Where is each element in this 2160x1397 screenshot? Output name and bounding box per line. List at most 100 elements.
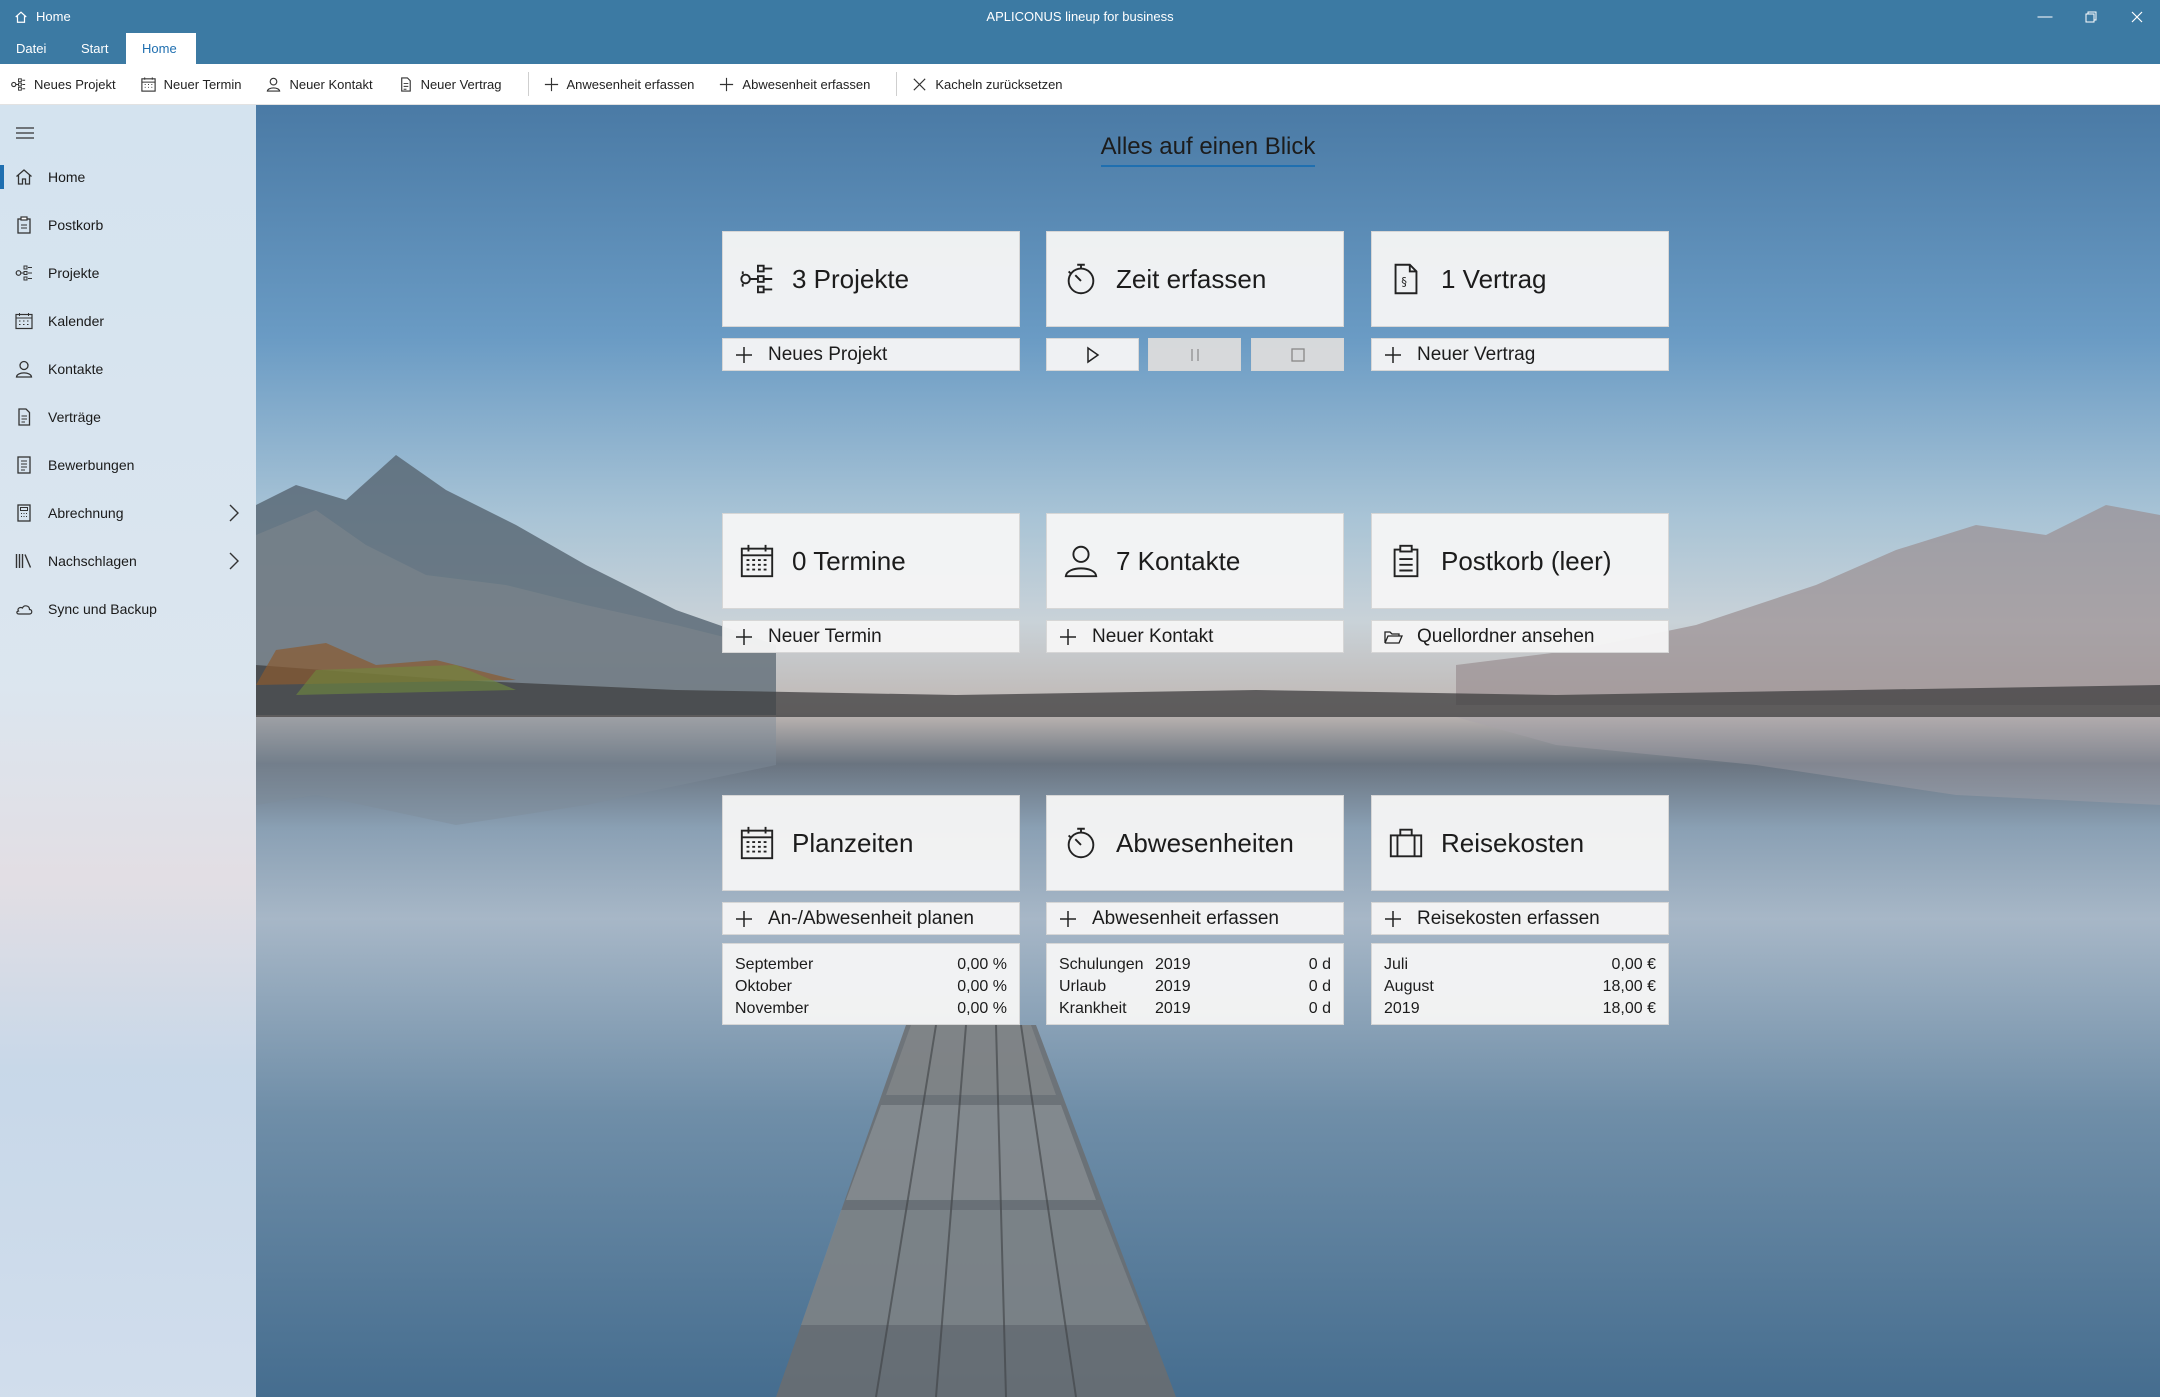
calculator-icon [14,503,34,523]
sidebar-item-kalender[interactable]: Kalender [0,301,256,341]
planning-tile[interactable]: Planzeiten [722,795,1020,891]
sidebar-item-nachschlagen[interactable]: Nachschlagen [0,541,256,581]
inbox-tile[interactable]: Postkorb (leer) [1371,513,1669,609]
new-contact-tile-label: Neuer Kontakt [1092,625,1214,647]
new-appointment-tile-button[interactable]: Neuer Termin [722,620,1020,653]
contract-tile[interactable]: § 1 Vertrag [1371,231,1669,327]
chevron-right-icon[interactable] [224,502,244,524]
minimize-button[interactable]: — [2022,0,2068,33]
plus-icon [544,77,558,91]
stats-row: Schulungen 2019 0 d [1059,954,1331,976]
reset-tiles-button[interactable]: Kacheln zurücksetzen [911,69,1074,99]
appointments-tile[interactable]: 0 Termine [722,513,1020,609]
new-project-label: Neues Projekt [34,76,116,92]
sidebar-item-bewerbungen[interactable]: Bewerbungen [0,445,256,485]
timer-start-button[interactable] [1046,338,1139,371]
record-absence-button[interactable]: Abwesenheit erfassen [718,69,882,99]
absences-tile[interactable]: Abwesenheiten [1046,795,1344,891]
new-contract-tile-button[interactable]: Neuer Vertrag [1371,338,1669,371]
new-appointment-tile-label: Neuer Termin [768,625,882,647]
inbox-icon [14,215,34,235]
toolbar: Neues Projekt Neuer Termin Neuer Kontakt… [0,64,2160,105]
stats-value: 0 d [1308,956,1331,973]
view-source-folder-label: Quellordner ansehen [1417,625,1595,647]
plus-icon [1060,910,1076,927]
contract-icon: § [1386,259,1426,299]
record-travel-expenses-button[interactable]: Reisekosten erfassen [1371,902,1669,935]
stats-value: 0,00 % [957,956,1007,973]
tab-home[interactable]: Home [126,33,196,64]
sidebar-item-label: Projekte [48,265,100,281]
stats-label: Schulungen [1059,956,1144,973]
timer-pause-button[interactable] [1148,338,1241,371]
sidebar: Home Postkorb Projekte Kalender Kontakte… [0,105,256,1397]
sidebar-item-postkorb[interactable]: Postkorb [0,205,256,245]
stats-row: September 0,00 % [735,954,1007,976]
contacts-tile[interactable]: 7 Kontakte [1046,513,1344,609]
stats-value: 0,00 % [957,1000,1007,1017]
close-icon [2131,11,2143,22]
timer-stop-button[interactable] [1251,338,1344,371]
stats-value: 0,00 % [957,978,1007,995]
new-project-tile-button[interactable]: Neues Projekt [722,338,1020,371]
close-icon [913,77,926,91]
plus-icon [736,910,752,927]
stats-year: 2019 [1155,956,1191,973]
restore-button[interactable] [2068,0,2114,33]
stats-row: Oktober 0,00 % [735,976,1007,998]
sidebar-item-projekte[interactable]: Projekte [0,253,256,293]
plus-icon [1385,910,1401,927]
sidebar-item-vertraege[interactable]: Verträge [0,397,256,437]
stats-label: Juli [1384,956,1409,973]
new-appointment-button[interactable]: Neuer Termin [140,69,254,99]
contract-icon [400,76,411,92]
planning-stats: September 0,00 % Oktober 0,00 % November 0,… [722,943,1020,1025]
tab-start[interactable]: Start [65,33,124,64]
chevron-right-icon[interactable] [224,550,244,572]
stop-icon [1290,347,1305,362]
stats-row: Krankheit 2019 0 d [1059,998,1331,1020]
new-contract-tile-label: Neuer Vertrag [1417,343,1536,365]
sidebar-item-label: Abrechnung [48,505,124,521]
suitcase-icon [1386,823,1426,863]
sidebar-item-kontakte[interactable]: Kontakte [0,349,256,389]
contact-icon [267,77,281,92]
record-presence-button[interactable]: Anwesenheit erfassen [543,69,707,99]
appointments-tile-title: 0 Termine [792,545,906,576]
sidebar-item-label: Sync und Backup [48,601,157,617]
pause-icon [1190,348,1199,361]
sidebar-item-label: Kalender [48,313,105,329]
stats-value: 0 d [1308,1000,1331,1017]
tab-datei[interactable]: Datei [0,33,62,64]
play-icon [1086,346,1099,363]
sidebar-item-abrechnung[interactable]: Abrechnung [0,493,256,533]
stats-label: November [735,1000,809,1017]
projects-tile[interactable]: 3 Projekte [722,231,1020,327]
stopwatch-icon [1061,823,1101,863]
inbox-tile-title: Postkorb (leer) [1441,545,1612,576]
new-contact-tile-button[interactable]: Neuer Kontakt [1046,620,1344,653]
hamburger-menu-icon[interactable] [14,123,36,143]
sidebar-item-label: Verträge [48,409,101,425]
plus-icon [736,628,752,645]
view-source-folder-button[interactable]: Quellordner ansehen [1371,620,1669,653]
record-absence-tile-button[interactable]: Abwesenheit erfassen [1046,902,1344,935]
travel-expenses-tile[interactable]: Reisekosten [1371,795,1669,891]
time-tracking-tile[interactable]: Zeit erfassen [1046,231,1344,327]
planning-tile-title: Planzeiten [792,827,914,858]
title-bar: Home APLICONUS lineup for business — [0,0,2160,33]
sidebar-item-sync[interactable]: Sync und Backup [0,589,256,629]
new-contract-button[interactable]: Neuer Vertrag [397,69,514,99]
plan-presence-button[interactable]: An-/Abwesenheit planen [722,902,1020,935]
stats-label: Krankheit [1059,1000,1127,1017]
new-contact-button[interactable]: Neuer Kontakt [265,69,384,99]
stats-row: November 0,00 % [735,998,1007,1020]
sidebar-item-home[interactable]: Home [0,157,256,197]
stats-row: Juli 0,00 € [1384,954,1656,976]
projects-icon [737,259,777,299]
sidebar-item-label: Nachschlagen [48,553,137,569]
plan-presence-label: An-/Abwesenheit planen [768,907,974,929]
close-button[interactable] [2114,0,2160,33]
toolbar-separator [527,72,529,96]
new-project-button[interactable]: Neues Projekt [10,69,128,99]
